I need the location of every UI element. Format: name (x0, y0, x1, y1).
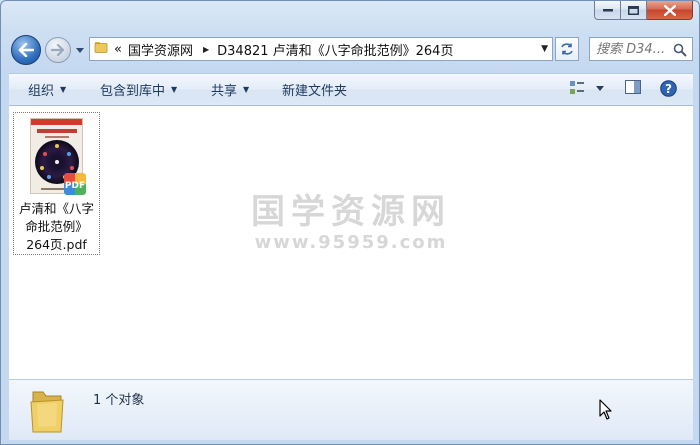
back-button[interactable] (11, 35, 41, 65)
maximize-icon (628, 5, 639, 15)
pdf-icon: PDF (64, 173, 86, 195)
caption-buttons (594, 1, 693, 20)
address-dropdown-icon[interactable]: ▼ (541, 44, 548, 54)
preview-pane-button[interactable] (625, 80, 641, 95)
help-button[interactable]: ? (660, 80, 677, 97)
refresh-button[interactable] (555, 37, 579, 61)
preview-pane-icon (625, 80, 641, 94)
arrow-left-icon (18, 43, 34, 57)
svg-text:?: ? (665, 82, 672, 96)
close-icon (663, 4, 676, 16)
details-pane: 1 个对象 (9, 379, 693, 440)
chevron-down-icon: ▼ (60, 85, 67, 94)
item-count: 1 个对象 (93, 393, 145, 408)
address-bar[interactable]: « 国学资源网 ▶ D34821 卢清和《八字命批范例》264页 ▼ (89, 37, 553, 61)
breadcrumb-item[interactable]: D34821 卢清和《八字命批范例》264页 (217, 40, 453, 59)
help-icon: ? (660, 80, 677, 97)
change-view-button[interactable] (569, 80, 605, 96)
mouse-cursor-icon (599, 399, 612, 420)
svg-text:PDF: PDF (65, 181, 85, 191)
search-icon[interactable] (673, 42, 687, 61)
watermark-url: www.95959.com (254, 232, 448, 253)
new-folder-button[interactable]: 新建文件夹 (282, 74, 347, 105)
chevron-down-icon (76, 47, 84, 53)
folder-icon (94, 40, 108, 58)
close-button[interactable] (647, 1, 693, 20)
organize-label: 组织 (28, 84, 55, 99)
organize-menu[interactable]: 组织 ▼ (28, 74, 66, 105)
file-item[interactable]: PDF 卢清和《八字命批范例》264页.pdf (13, 112, 100, 255)
view-options-icon (570, 81, 584, 94)
breadcrumb-item[interactable]: 国学资源网 (128, 40, 193, 59)
command-bar: 组织 ▼ 包含到库中 ▼ 共享 ▼ 新建文件夹 ? (9, 73, 693, 106)
file-list-area[interactable]: 国学资源网 www.95959.com PDF 卢清和《八字命批范例》264页.… (9, 106, 693, 379)
new-folder-label: 新建文件夹 (282, 84, 348, 99)
refresh-icon (561, 43, 573, 55)
maximize-button[interactable] (621, 1, 647, 20)
breadcrumb-separator-icon[interactable]: ▶ (203, 45, 209, 54)
share-label: 共享 (211, 84, 238, 99)
folder-icon (27, 386, 67, 438)
file-name: 卢清和《八字命批范例》264页.pdf (18, 201, 94, 252)
watermark: 国学资源网 www.95959.com (241, 192, 461, 254)
breadcrumb-overflow[interactable]: « (114, 42, 122, 57)
forward-button[interactable] (45, 37, 71, 63)
chevron-down-icon: ▼ (243, 85, 250, 94)
chevron-down-icon: ▼ (171, 85, 178, 94)
recent-pages-dropdown[interactable] (75, 45, 85, 55)
share-menu[interactable]: 共享 ▼ (211, 74, 249, 105)
minimize-button[interactable] (594, 1, 621, 20)
watermark-title: 国学资源网 (251, 192, 451, 232)
include-in-library-menu[interactable]: 包含到库中 ▼ (100, 74, 177, 105)
navigation-bar: « 国学资源网 ▶ D34821 卢清和《八字命批范例》264页 ▼ (9, 34, 693, 65)
include-in-library-label: 包含到库中 (100, 84, 166, 99)
arrow-right-icon (51, 44, 65, 56)
minimize-icon (602, 9, 613, 12)
chevron-down-icon (596, 86, 604, 91)
explorer-window: « 国学资源网 ▶ D34821 卢清和《八字命批范例》264页 ▼ 组织 ▼ 包… (0, 0, 700, 445)
